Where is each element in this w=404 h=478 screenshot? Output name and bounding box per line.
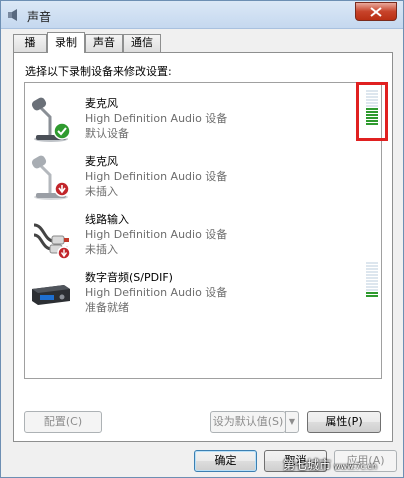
instruction-text: 选择以下录制设备来修改设置: xyxy=(25,65,172,78)
meter-segment xyxy=(366,280,378,282)
device-item-line-in[interactable]: 线路输入 High Definition Audio 设备 未插入 xyxy=(25,207,381,265)
device-item-microphone-default[interactable]: 麦克风 High Definition Audio 设备 默认设备 xyxy=(25,82,388,149)
configure-button[interactable]: 配置(C) xyxy=(24,411,102,433)
tab-label: 声音 xyxy=(93,36,115,49)
tab-label: 通信 xyxy=(131,36,153,49)
set-default-button[interactable]: 设为默认值(S) xyxy=(210,411,286,433)
device-status: 未插入 xyxy=(85,185,118,198)
meter-segment xyxy=(366,120,378,122)
meter-segment xyxy=(366,292,378,294)
device-driver: High Definition Audio 设备 xyxy=(85,112,228,125)
tab-playback[interactable]: 播放 xyxy=(13,34,47,65)
microphone-unplugged-icon xyxy=(31,155,70,200)
meter-segment xyxy=(366,111,378,113)
meter-segment xyxy=(366,102,378,104)
meter-segment xyxy=(366,99,378,101)
speaker-icon xyxy=(8,9,17,21)
device-name: 线路输入 xyxy=(85,213,129,226)
watermark: 第七城市 www.7c.cn xyxy=(283,455,401,475)
meter-segment xyxy=(366,105,378,107)
close-button[interactable] xyxy=(355,2,397,21)
meter-segment xyxy=(366,283,378,285)
device-name: 麦克风 xyxy=(85,155,118,168)
digital-audio-icon xyxy=(32,285,70,305)
line-in-unplugged-icon xyxy=(33,223,71,259)
meter-segment xyxy=(366,108,378,110)
meter-segment xyxy=(366,90,378,92)
meter-segment xyxy=(366,114,378,116)
meter-segment xyxy=(366,268,378,270)
device-driver: High Definition Audio 设备 xyxy=(85,170,228,183)
meter-segment xyxy=(366,117,378,119)
meter-segment xyxy=(366,96,378,98)
meter-segment xyxy=(366,271,378,273)
device-name: 麦克风 xyxy=(85,97,118,110)
meter-segment xyxy=(366,274,378,276)
chevron-down-icon: ▼ xyxy=(288,417,296,426)
close-icon xyxy=(370,6,382,17)
meter-segment xyxy=(366,289,378,291)
watermark-url: www.7c.cn xyxy=(334,462,377,471)
title-bar[interactable]: 声音 xyxy=(1,1,403,29)
watermark-text: 第七城市 xyxy=(283,458,332,472)
set-default-dropdown[interactable]: ▼ xyxy=(285,411,299,433)
tab-sounds[interactable]: 声音 xyxy=(85,34,123,52)
tab-label: 录制 xyxy=(55,36,77,49)
meter-segment xyxy=(366,262,378,264)
device-item-digital-audio[interactable]: 数字音频(S/PDIF) High Definition Audio 设备 准备… xyxy=(25,262,381,323)
device-status: 准备就绪 xyxy=(85,301,129,314)
device-item-microphone-unplugged[interactable]: 麦克风 High Definition Audio 设备 未插入 xyxy=(25,149,381,207)
microphone-default-icon xyxy=(31,97,71,142)
meter-segment xyxy=(366,93,378,95)
meter-segment xyxy=(366,295,378,297)
device-driver: High Definition Audio 设备 xyxy=(85,286,228,299)
meter-segment xyxy=(366,277,378,279)
meter-segment xyxy=(366,123,378,125)
device-name: 数字音频(S/PDIF) xyxy=(85,271,173,284)
properties-button[interactable]: 属性(P) xyxy=(307,411,381,433)
ok-button[interactable]: 确定 xyxy=(194,450,257,472)
level-meter xyxy=(365,89,379,126)
sound-dialog: 声音 播放 录制 声音 通信 选择以下录制设备来修改设置: xyxy=(0,0,404,478)
meter-segment xyxy=(366,286,378,288)
level-meter xyxy=(365,261,379,298)
recording-panel: 选择以下录制设备来修改设置: 麦克风 High Definition Audio… xyxy=(13,52,393,442)
tab-recording[interactable]: 录制 xyxy=(47,32,85,53)
device-status: 未插入 xyxy=(85,243,118,256)
tab-communications[interactable]: 通信 xyxy=(123,34,161,52)
device-status: 默认设备 xyxy=(85,127,129,140)
window-title: 声音 xyxy=(27,10,52,24)
device-list[interactable]: 麦克风 High Definition Audio 设备 默认设备 麦克风 Hi… xyxy=(24,82,388,379)
device-driver: High Definition Audio 设备 xyxy=(85,228,228,241)
meter-segment xyxy=(366,265,378,267)
